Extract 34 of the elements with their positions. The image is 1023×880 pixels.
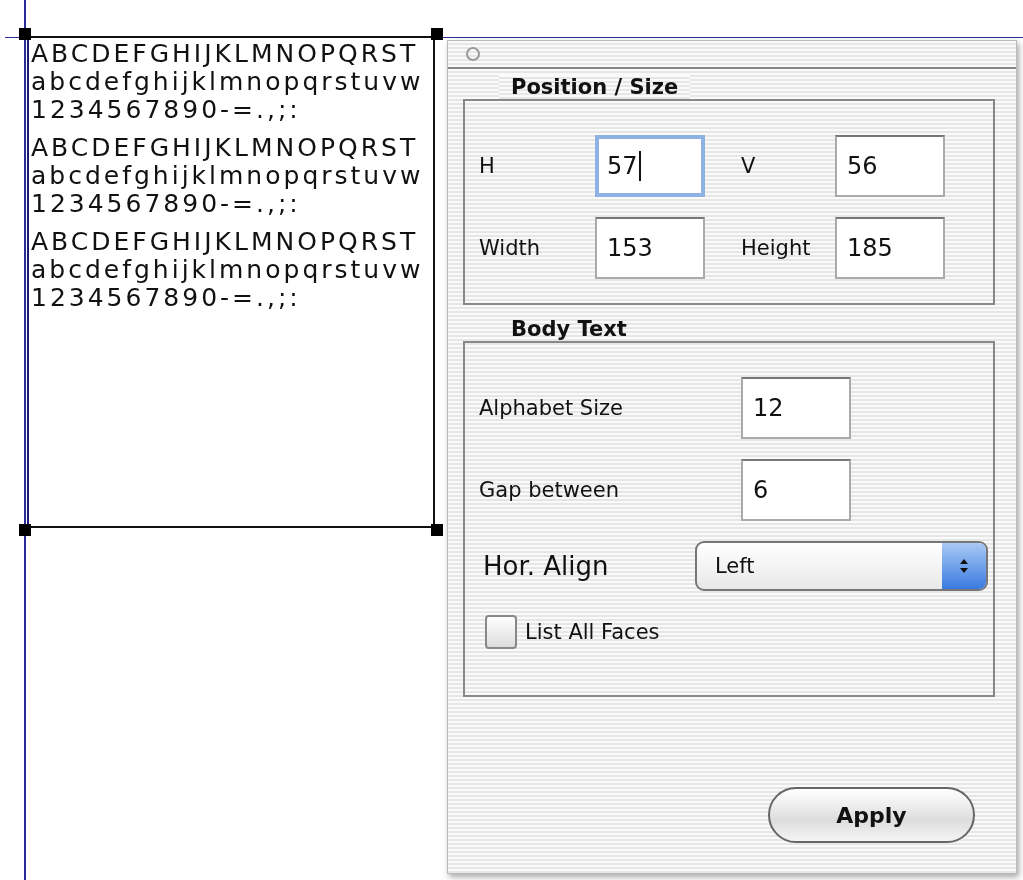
resize-handle[interactable] <box>19 524 31 536</box>
sample-text-line: ABCDEFGHIJKLMNOPQRST <box>31 134 420 162</box>
field-label: Width <box>479 236 541 260</box>
sample-text-line: ABCDEFGHIJKLMNOPQRST <box>31 40 420 68</box>
sample-text-line: abcdefghijklmnopqrstuvw <box>31 162 425 190</box>
resize-handle[interactable] <box>431 524 443 536</box>
resize-handle[interactable] <box>431 28 443 40</box>
sample-text-line: abcdefghijklmnopqrstuvw <box>31 256 425 284</box>
sample-text-line: 1234567890-=.,;: <box>31 96 302 124</box>
close-button[interactable] <box>466 47 480 61</box>
sample-text-line: 1234567890-=.,;: <box>31 190 302 218</box>
input-field[interactable]: 56 <box>835 135 945 197</box>
resize-handle[interactable] <box>19 28 31 40</box>
field-label: Alphabet Size <box>479 396 624 420</box>
field-label: V <box>740 154 757 178</box>
input-field[interactable]: 185 <box>835 217 945 279</box>
input-field[interactable]: 12 <box>741 377 851 439</box>
sample-text-line: abcdefghijklmnopqrstuvw <box>31 68 425 96</box>
text-frame[interactable]: ABCDEFGHIJKLMNOPQRST abcdefghijklmnopqrstuvw 1234567890-=.,;: ABCDEFGHIJKLMNOPQRST abcdefghijklmnopqrstuvw 1234567890-=.,;: ABCDEFGHIJKLMNOPQRST abcdefghijklmnopqrstuvw 1234567890-=.,;: <box>27 36 435 528</box>
sample-text-line: ABCDEFGHIJKLMNOPQRST <box>31 228 420 256</box>
apply-button[interactable]: Apply <box>768 787 975 843</box>
field-label: H <box>479 154 496 178</box>
stepper-arrows-icon <box>942 543 986 589</box>
input-field[interactable]: 6 <box>741 459 851 521</box>
sample-text-line: 1234567890-=.,;: <box>31 284 302 312</box>
field-label: Gap between <box>479 478 620 502</box>
checkbox-label: List All Faces <box>525 620 660 644</box>
input-field[interactable]: 153 <box>595 217 705 279</box>
field-label: Height <box>740 236 812 260</box>
input-field[interactable]: 57 <box>595 135 705 197</box>
popup-menu[interactable]: Left <box>695 541 988 591</box>
checkbox[interactable] <box>485 615 517 649</box>
popup-label: Hor. Align <box>482 551 610 581</box>
group-title: Position / Size <box>499 75 691 99</box>
